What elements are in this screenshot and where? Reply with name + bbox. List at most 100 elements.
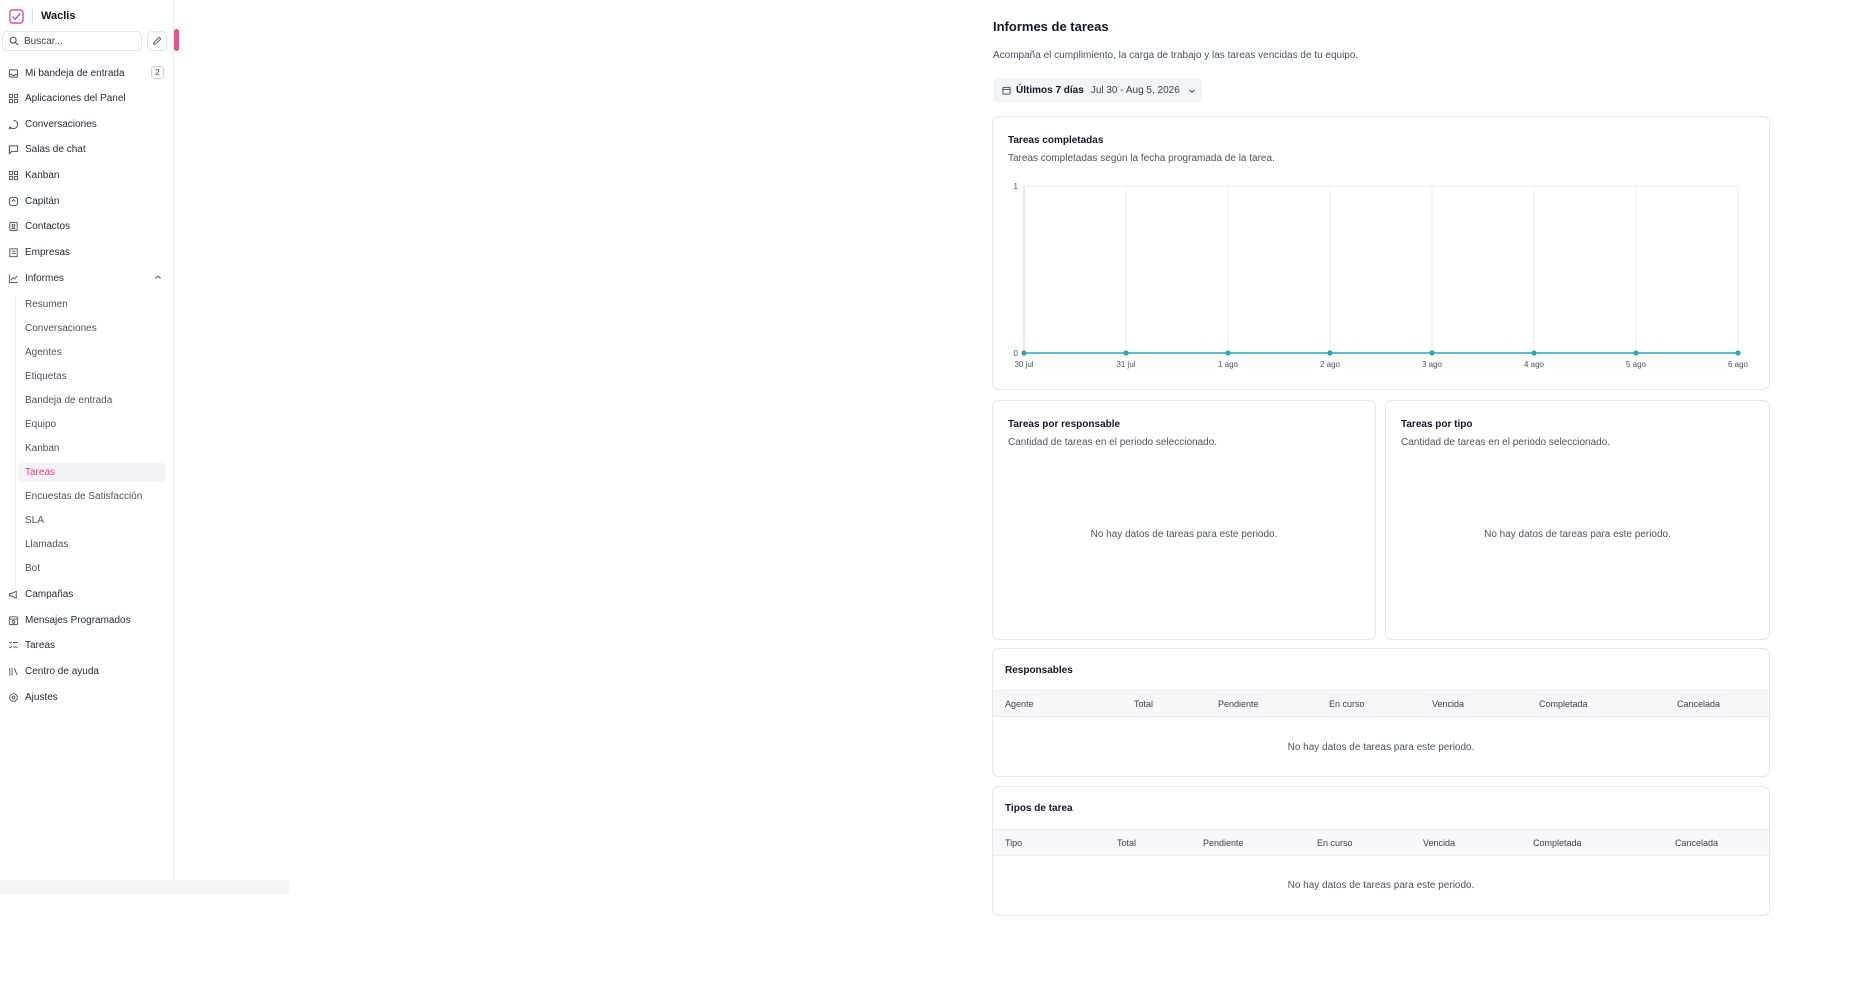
column-header-cancelled[interactable]: Cancelada (1675, 838, 1718, 848)
report-item-sla[interactable]: SLA (18, 511, 166, 530)
sidebar-item-label: Kanban (25, 169, 60, 181)
sidebar-item-label: Empresas (25, 246, 71, 258)
x-tick-label: 1 ago (1218, 360, 1239, 369)
sidebar-item-label: Campañas (25, 588, 74, 600)
report-item-bot[interactable]: Bot (18, 559, 166, 578)
report-item-inbox[interactable]: Bandeja de entrada (18, 391, 166, 410)
captain-icon (8, 196, 19, 207)
x-tick-label: 3 ago (1422, 360, 1443, 369)
empty-state-message: No hay datos de tareas para este periodo… (1287, 742, 1475, 753)
column-header-in-progress[interactable]: En curso (1317, 838, 1353, 848)
search-box[interactable] (2, 31, 142, 51)
card-title: Tareas por tipo (1401, 419, 1473, 430)
kanban-icon (8, 170, 19, 181)
column-header-cancelled[interactable]: Cancelada (1677, 699, 1720, 709)
date-range-button[interactable]: Últimos 7 días Jul 30 - Aug 5, 2026 (993, 78, 1202, 103)
report-item-calls[interactable]: Llamadas (18, 535, 166, 554)
sidebar-item-inbox[interactable]: Mi bandeja de entrada 2 (8, 63, 164, 83)
sidebar-item-label: Capitán (25, 195, 60, 207)
chevron-down-icon (1188, 87, 1196, 95)
date-range-label: Últimos 7 días (1016, 85, 1084, 96)
tasks-icon (8, 640, 19, 651)
table-title: Responsables (1005, 665, 1073, 676)
column-header-completed[interactable]: Completada (1539, 699, 1588, 709)
table-title: Tipos de tarea (1005, 803, 1073, 814)
report-item-tasks[interactable]: Tareas (18, 463, 166, 482)
pencil-icon (152, 36, 162, 46)
column-header-pending[interactable]: Pendiente (1203, 838, 1244, 848)
sidebar-resize-handle[interactable] (174, 29, 179, 51)
sidebar-item-label: Mensajes Programados (25, 614, 131, 626)
x-tick-label: 2 ago (1320, 360, 1341, 369)
data-point (1225, 350, 1231, 356)
sidebar-item-conversations[interactable]: Conversaciones (8, 114, 164, 134)
search-input[interactable] (24, 35, 124, 47)
sidebar-item-contacts[interactable]: Contactos (8, 216, 164, 236)
sidebar-item-settings[interactable]: Ajustes (8, 687, 164, 707)
brand[interactable]: Waclis (8, 6, 75, 26)
sidebar-item-label: Conversaciones (25, 118, 97, 130)
column-header-agent[interactable]: Agente (1005, 699, 1034, 709)
inbox-count-badge: 2 (151, 66, 164, 79)
sidebar-item-scheduled-messages[interactable]: Mensajes Programados (8, 610, 164, 630)
report-item-summary[interactable]: Resumen (18, 295, 166, 314)
report-item-satisfaction-surveys[interactable]: Encuestas de Satisfacción (18, 487, 166, 506)
apps-icon (8, 93, 19, 104)
sidebar-item-dashboard-apps[interactable]: Aplicaciones del Panel (8, 88, 164, 108)
sidebar-item-tasks[interactable]: Tareas (8, 635, 164, 655)
search-row (2, 31, 168, 51)
megaphone-icon (8, 589, 19, 600)
sidebar-item-label: Ajustes (25, 691, 58, 703)
column-header-total[interactable]: Total (1117, 838, 1136, 848)
calendar-clock-icon (8, 615, 19, 626)
tasks-by-assignee-card: Tareas por responsable Cantidad de tarea… (992, 400, 1376, 640)
empty-state-message: No hay datos de tareas para este periodo… (1287, 880, 1475, 891)
x-tick-label: 4 ago (1524, 360, 1545, 369)
app-name: Waclis (41, 10, 76, 22)
sidebar-item-reports[interactable]: Informes (8, 268, 164, 288)
brand-separator (32, 9, 33, 23)
tasks-by-type-card: Tareas por tipo Cantidad de tareas en el… (1385, 400, 1770, 640)
data-point (1021, 350, 1027, 356)
sidebar-item-kanban[interactable]: Kanban (8, 165, 164, 185)
column-header-pending[interactable]: Pendiente (1218, 699, 1259, 709)
sidebar-item-label: Salas de chat (25, 143, 86, 155)
submenu-guide-line (15, 296, 16, 586)
building-icon (8, 247, 19, 258)
sidebar-item-chat-rooms[interactable]: Salas de chat (8, 139, 164, 159)
completed-tasks-chart: 0 1 30 jul 31 jul 1 ago 2 ago 3 ago 4 ago 5 ago 6… (1014, 182, 1749, 369)
message-square-icon (8, 144, 19, 155)
report-item-kanban[interactable]: Kanban (18, 439, 166, 458)
column-header-type[interactable]: Tipo (1005, 838, 1022, 848)
card-description: Cantidad de tareas en el periodo selecci… (1401, 437, 1611, 448)
data-point (1123, 350, 1129, 356)
chat-bubble-icon (8, 119, 19, 130)
table-header: Agente Total Pendiente En curso Vencida … (993, 690, 1769, 717)
bottom-strip (0, 880, 289, 894)
report-item-team[interactable]: Equipo (18, 415, 166, 434)
report-item-conversations[interactable]: Conversaciones (18, 319, 166, 338)
compose-button[interactable] (147, 31, 167, 51)
data-point (1633, 350, 1639, 356)
sidebar-item-captain[interactable]: Capitán (8, 191, 164, 211)
sidebar-item-companies[interactable]: Empresas (8, 242, 164, 262)
empty-state-message: No hay datos de tareas para este periodo… (1484, 529, 1671, 540)
calendar-icon (1002, 86, 1011, 95)
column-header-overdue[interactable]: Vencida (1423, 838, 1455, 848)
card-description: Cantidad de tareas en el periodo selecci… (1008, 437, 1218, 448)
table-header: Tipo Total Pendiente En curso Vencida Co… (993, 829, 1769, 856)
search-icon (9, 36, 19, 46)
assignees-table-card: Responsables Agente Total Pendiente En c… (992, 648, 1770, 777)
chevron-up-icon[interactable] (154, 273, 162, 281)
completed-tasks-card: Tareas completadas Tareas completadas se… (992, 116, 1770, 390)
report-item-agents[interactable]: Agentes (18, 343, 166, 362)
column-header-total[interactable]: Total (1134, 699, 1153, 709)
task-types-table-card: Tipos de tarea Tipo Total Pendiente En c… (992, 786, 1770, 916)
x-tick-label: 5 ago (1626, 360, 1647, 369)
column-header-completed[interactable]: Completada (1533, 838, 1582, 848)
sidebar-item-campaigns[interactable]: Campañas (8, 584, 164, 604)
report-item-labels[interactable]: Etiquetas (18, 367, 166, 386)
sidebar-item-help-center[interactable]: Centro de ayuda (8, 661, 164, 681)
column-header-in-progress[interactable]: En curso (1329, 699, 1365, 709)
column-header-overdue[interactable]: Vencida (1432, 699, 1464, 709)
